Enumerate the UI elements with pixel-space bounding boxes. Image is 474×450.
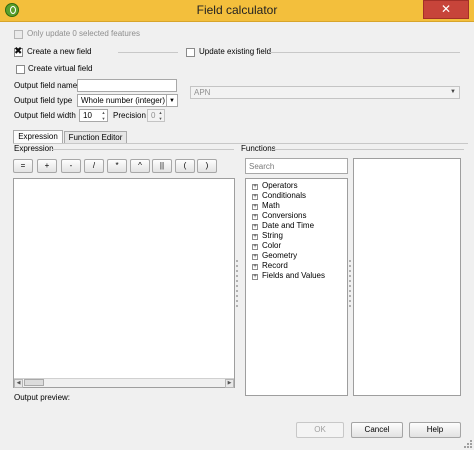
help-button[interactable]: Help	[409, 422, 461, 438]
precision-value: 0	[151, 111, 156, 120]
precision-spinbox[interactable]: 0 ▲ ▼	[147, 109, 165, 122]
tree-item-label: Date and Time	[262, 221, 315, 230]
tree-item-label: Conditionals	[262, 191, 307, 200]
existing-field-select[interactable]: APN ▼	[190, 86, 460, 99]
tree-item-math[interactable]: + Math	[252, 201, 280, 211]
only-update-selected-label: Only update 0 selected features	[27, 29, 140, 38]
scroll-thumb[interactable]	[24, 379, 44, 386]
expand-plus-icon[interactable]: +	[252, 194, 258, 200]
function-tree[interactable]: + Operators + Conditionals + Math + Conversi…	[245, 178, 348, 396]
output-field-name-label: Output field name	[14, 81, 78, 90]
tree-item-label: String	[262, 231, 283, 240]
create-virtual-field-checkbox[interactable]	[16, 65, 25, 74]
output-field-type-dropdown-arrow[interactable]: ▼	[166, 94, 178, 107]
tree-item-record[interactable]: + Record	[252, 261, 288, 271]
expand-plus-icon[interactable]: +	[252, 184, 258, 190]
create-new-field-checkbox[interactable]	[14, 46, 23, 57]
tree-item-conditionals[interactable]: + Conditionals	[252, 191, 306, 201]
splitter-handle[interactable]	[236, 260, 238, 310]
expand-plus-icon[interactable]: +	[252, 234, 258, 240]
functions-section-line	[274, 149, 464, 150]
close-button[interactable]: ✕	[423, 0, 469, 19]
tree-item-color[interactable]: + Color	[252, 241, 281, 251]
output-field-width-label: Output field width	[14, 111, 76, 120]
expand-plus-icon[interactable]: +	[252, 244, 258, 250]
title-bar: Field calculator ✕	[0, 0, 474, 22]
output-field-width-value: 10	[83, 111, 92, 120]
output-field-name-input[interactable]	[77, 79, 177, 92]
function-search-input[interactable]: Search	[245, 158, 348, 174]
tree-item-operators[interactable]: + Operators	[252, 181, 298, 191]
tree-item-label: Operators	[262, 181, 298, 190]
precision-spin-arrows[interactable]: ▲ ▼	[157, 110, 164, 121]
tab-expression[interactable]: Expression	[13, 130, 63, 144]
expand-plus-icon[interactable]: +	[252, 214, 258, 220]
tree-item-label: Geometry	[262, 251, 298, 260]
expression-editor[interactable]: ◀ ▶	[13, 178, 235, 388]
operator-open-paren-button[interactable]: (	[175, 159, 195, 173]
operator-divide-button[interactable]: /	[84, 159, 104, 173]
function-help-panel	[353, 158, 461, 396]
tree-item-geometry[interactable]: + Geometry	[252, 251, 297, 261]
expand-plus-icon[interactable]: +	[252, 264, 258, 270]
operator-plus-button[interactable]: +	[37, 159, 57, 173]
tree-item-label: Fields and Values	[262, 271, 325, 280]
tree-item-label: Math	[262, 201, 280, 210]
existing-field-value: APN	[194, 88, 211, 97]
output-field-type-value: Whole number (integer)	[81, 96, 166, 105]
expand-plus-icon[interactable]: +	[252, 224, 258, 230]
tree-item-fields-and-values[interactable]: + Fields and Values	[252, 271, 325, 281]
operator-minus-button[interactable]: -	[61, 159, 81, 173]
existing-field-dropdown-arrow[interactable]: ▼	[448, 87, 458, 97]
operator-equals-button[interactable]: =	[13, 159, 33, 173]
operator-power-button[interactable]: ^	[130, 159, 150, 173]
tree-item-label: Conversions	[262, 211, 307, 220]
expression-section-label: Expression	[14, 144, 54, 153]
create-new-field-separator	[118, 52, 178, 53]
tree-item-conversions[interactable]: + Conversions	[252, 211, 306, 221]
expression-section-line	[52, 149, 234, 150]
ok-button[interactable]: OK	[296, 422, 344, 438]
function-search-placeholder: Search	[249, 162, 275, 171]
output-field-width-spin-arrows[interactable]: ▲ ▼	[100, 110, 107, 121]
resize-grip-icon[interactable]	[464, 440, 472, 448]
window-title: Field calculator	[196, 3, 278, 17]
output-preview-label: Output preview:	[14, 393, 71, 402]
create-new-field-label: Create a new field	[27, 47, 92, 56]
functions-section-label: Functions	[241, 144, 276, 153]
splitter-handle[interactable]	[349, 260, 351, 310]
only-update-selected-checkbox[interactable]	[14, 30, 23, 39]
tree-item-label: Record	[262, 261, 288, 270]
update-existing-field-separator	[270, 52, 460, 53]
expand-plus-icon[interactable]: +	[252, 274, 258, 280]
tree-item-label: Color	[262, 241, 282, 250]
expand-plus-icon[interactable]: +	[252, 204, 258, 210]
operator-concat-button[interactable]: ||	[152, 159, 172, 173]
create-virtual-field-label: Create virtual field	[28, 64, 93, 73]
output-field-type-label: Output field type	[14, 96, 73, 105]
expression-editor-horizontal-scrollbar[interactable]: ◀ ▶	[14, 378, 234, 388]
operator-multiply-button[interactable]: *	[107, 159, 127, 173]
output-field-width-spinbox[interactable]: 10 ▲ ▼	[79, 109, 108, 122]
operator-close-paren-button[interactable]: )	[197, 159, 217, 173]
precision-label: Precision	[113, 111, 146, 120]
update-existing-field-label: Update existing field	[199, 47, 272, 56]
scroll-right-arrow-icon[interactable]: ▶	[225, 379, 234, 388]
tree-item-date-and-time[interactable]: + Date and Time	[252, 221, 314, 231]
cancel-button[interactable]: Cancel	[351, 422, 403, 438]
expand-plus-icon[interactable]: +	[252, 254, 258, 260]
update-existing-field-checkbox[interactable]	[186, 48, 195, 57]
output-field-type-select[interactable]: Whole number (integer)	[77, 94, 178, 107]
scroll-left-arrow-icon[interactable]: ◀	[14, 379, 23, 388]
tree-item-string[interactable]: + String	[252, 231, 283, 241]
